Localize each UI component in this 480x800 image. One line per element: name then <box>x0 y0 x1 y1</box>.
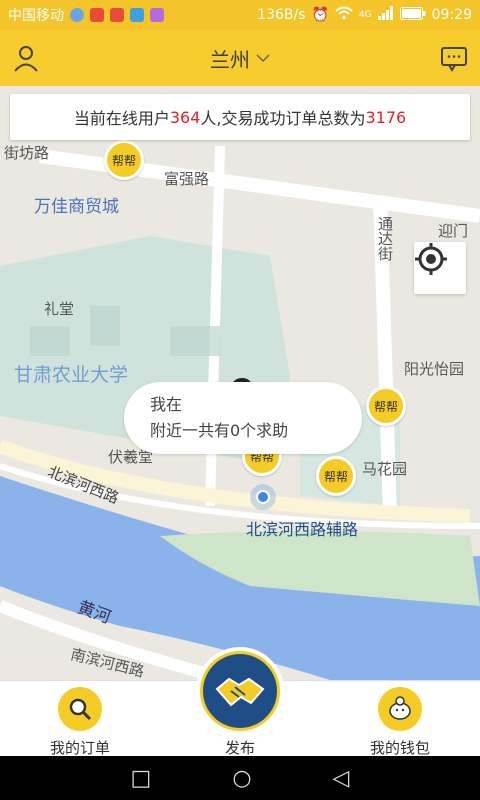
publish-button[interactable]: 发布 <box>190 647 290 758</box>
locate-button[interactable] <box>414 242 466 294</box>
banner-prefix: 当前在线用户 <box>73 109 170 128</box>
orders-total-count: 3176 <box>365 107 407 127</box>
clock: 09:29 <box>431 7 472 23</box>
message-icon <box>441 47 467 72</box>
banner-middle: 人,交易成功订单总数为 <box>200 109 366 128</box>
home-button[interactable]: ○ <box>232 766 251 791</box>
app-header: 兰州 <box>0 30 480 86</box>
nav-my-wallet-label: 我的钱包 <box>369 739 430 757</box>
handshake-icon <box>203 654 277 728</box>
map-view[interactable]: 街坊路 富强路 万佳商贸城 礼堂 甘肃农业大学 伏羲堂 通达街 迎门 阳光怡园 … <box>0 86 480 681</box>
recent-apps-button[interactable]: □ <box>131 766 152 791</box>
bottom-nav: 我的订单 发布 我的钱包 <box>0 647 480 758</box>
map-label-jiefang: 街坊路 <box>4 144 50 162</box>
current-position-icon <box>250 484 276 510</box>
status-bar: 中国移动 136B/s ⏰ 4G 09:29 <box>0 0 480 30</box>
city-name: 兰州 <box>210 47 250 72</box>
helper-badge[interactable]: 帮帮 <box>316 456 356 496</box>
user-button[interactable] <box>12 44 40 72</box>
online-users-count: 364 <box>169 107 201 127</box>
net-speed: 136B/s <box>257 7 306 23</box>
signal-icon <box>377 6 394 24</box>
nav-my-orders[interactable]: 我的订单 <box>30 687 130 758</box>
publish-label: 发布 <box>224 739 255 757</box>
map-label-yangguang: 阳光怡园 <box>404 360 465 378</box>
message-button[interactable] <box>440 44 468 72</box>
order-search-icon <box>58 687 102 731</box>
map-label-binhe-aux: 北滨河西路辅路 <box>246 520 359 539</box>
map-label-huayuan: 马花园 <box>362 460 408 478</box>
app-notification-icon <box>90 8 104 22</box>
carrier-name: 中国移动 <box>8 8 64 24</box>
alarm-icon: ⏰ <box>311 7 329 23</box>
map-label-litang: 礼堂 <box>44 300 75 318</box>
back-button[interactable]: ◁ <box>333 766 350 791</box>
helper-badge[interactable]: 帮帮 <box>104 140 144 180</box>
gallery-notification-icon <box>150 8 164 22</box>
app-screen: 中国移动 136B/s ⏰ 4G 09:29 街坊路 富强路 万佳商贸城 礼堂 … <box>0 0 480 800</box>
network-type: 4G <box>358 10 372 20</box>
user-icon <box>14 46 38 72</box>
system-nav-bar: □ ○ ◁ <box>0 756 480 800</box>
nearby-help-bubble: 我在 附近一共有0个求助 <box>124 382 362 454</box>
bubble-line-1: 我在 <box>150 395 183 414</box>
locate-icon <box>415 243 447 275</box>
wifi-icon <box>335 6 353 24</box>
bubble-line-2: 附近一共有0个求助 <box>150 421 289 440</box>
battery-icon <box>399 6 426 24</box>
chevron-down-icon <box>256 54 270 63</box>
nav-my-wallet[interactable]: 我的钱包 <box>350 687 450 758</box>
bird-notification-icon <box>130 8 144 22</box>
huawei-notification-icon <box>110 8 124 22</box>
map-label-yingmen: 迎门 <box>438 222 469 240</box>
map-label-fuqiang: 富强路 <box>164 170 210 188</box>
stats-banner: 当前在线用户 364 人,交易成功订单总数为 3176 <box>10 94 470 140</box>
map-label-gansu-agri: 甘肃农业大学 <box>14 364 129 386</box>
location-status-icon <box>70 8 84 22</box>
wallet-piggy-icon <box>378 687 422 731</box>
map-label-wanjia: 万佳商贸城 <box>34 197 119 217</box>
helper-badge[interactable]: 帮帮 <box>366 386 406 426</box>
city-selector[interactable]: 兰州 <box>210 44 270 73</box>
nav-my-orders-label: 我的订单 <box>49 739 110 757</box>
map-label-tongda: 通达街 <box>376 216 394 261</box>
